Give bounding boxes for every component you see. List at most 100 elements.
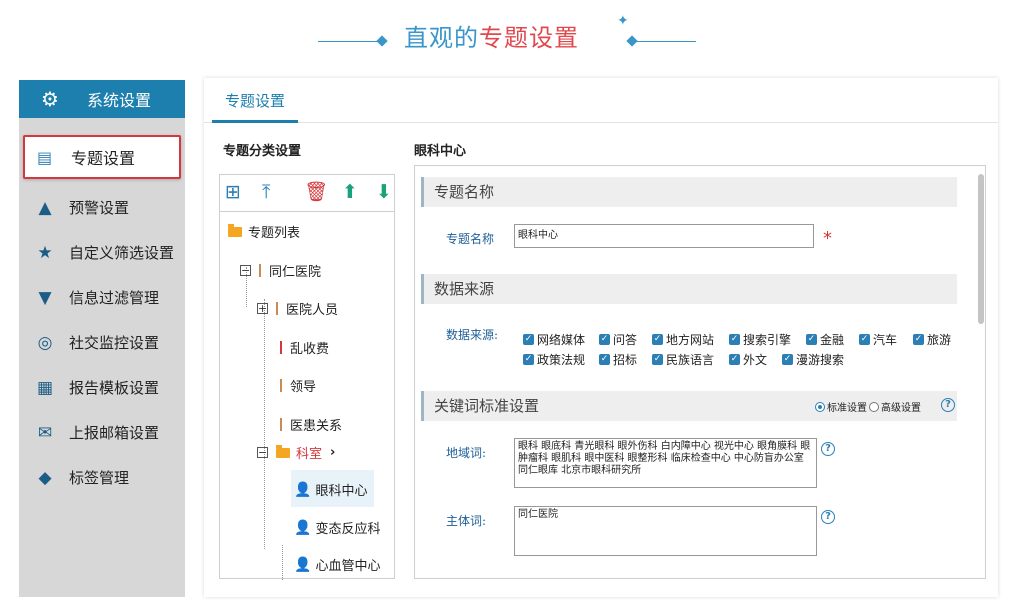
radio-advanced[interactable]: 高级设置 <box>869 399 921 414</box>
sidebar-item-info-filter[interactable]: ▼ 信息过滤管理 <box>19 275 185 320</box>
star-icon: ★ <box>37 242 53 263</box>
sidebar: ⚙ 系统设置 ▤ 专题设置 ▲ 预警设置 ★ 自定义筛选设置 ▼ 信息过滤管理 … <box>19 80 185 597</box>
tab-bar: 专题设置 <box>204 78 998 123</box>
tree-node-fees[interactable]: 乱收费 <box>280 338 329 357</box>
checkbox-label: 金融 <box>820 333 845 347</box>
chevron-right-icon: › <box>330 445 336 460</box>
expand-icon[interactable]: + <box>257 303 268 314</box>
tree-node-leader[interactable]: 领导 <box>280 376 316 395</box>
radio-label: 标准设置 <box>827 403 867 414</box>
banner-line-right <box>634 41 696 42</box>
checkbox-label: 汽车 <box>873 333 898 347</box>
sidebar-item-social-monitor[interactable]: ◎ 社交监控设置 <box>19 320 185 365</box>
source-checkbox[interactable]: ✓ 网络媒体 <box>523 331 585 348</box>
move-up-icon[interactable]: ⬆ <box>342 182 358 202</box>
source-checkbox[interactable]: ✓ 民族语言 <box>652 351 714 368</box>
folder-icon <box>276 444 290 458</box>
tree-node-staff[interactable]: + 医院人员 <box>257 299 338 318</box>
sidebar-item-report-mail[interactable]: ✉ 上报邮箱设置 <box>19 410 185 455</box>
sidebar-item-report-template[interactable]: ▦ 报告模板设置 <box>19 365 185 410</box>
tree-node-hospital[interactable]: − 同仁医院 <box>240 261 321 280</box>
collapse-icon[interactable]: − <box>257 447 268 458</box>
tree-node-cardio[interactable]: 👤 心血管中心 <box>294 555 381 575</box>
trash-icon[interactable]: 🗑 <box>304 182 328 202</box>
sidebar-item-label: 信息过滤管理 <box>69 289 160 307</box>
tree-root[interactable]: 专题列表 <box>228 222 300 241</box>
document-icon: ▤ <box>37 147 53 167</box>
radio-standard[interactable]: 标准设置 <box>815 399 867 414</box>
source-checkbox[interactable]: ✓ 政策法规 <box>523 351 585 368</box>
sidebar-item-label: 社交监控设置 <box>69 334 160 352</box>
topic-name-input[interactable]: 眼科中心 <box>514 224 814 248</box>
check-icon: ✓ <box>859 334 870 345</box>
form-panel-title: 眼科中心 <box>414 144 467 159</box>
source-checkbox[interactable]: ✓ 漫游搜索 <box>782 351 844 368</box>
help-icon[interactable]: ? <box>941 398 955 412</box>
data-source-label: 数据来源: <box>446 328 499 342</box>
sidebar-item-label: 报告模板设置 <box>69 379 160 397</box>
node-bar-icon <box>259 264 261 277</box>
tree-panel-title: 专题分类设置 <box>223 144 302 159</box>
checkbox-label: 地方网站 <box>666 333 715 347</box>
source-checkbox[interactable]: ✓ 问答 <box>599 331 637 348</box>
check-icon: ✓ <box>729 334 740 345</box>
tree-node-allergy[interactable]: 👤 变态反应科 <box>294 518 381 538</box>
user-icon: 👤 <box>294 481 312 498</box>
check-icon: ✓ <box>599 334 610 345</box>
sidebar-item-label: 预警设置 <box>69 199 130 217</box>
source-checkbox[interactable]: ✓ 外文 <box>729 351 767 368</box>
tag-icon: ◆ <box>38 467 52 488</box>
check-icon: ✓ <box>782 354 793 365</box>
source-checkbox[interactable]: ✓ 金融 <box>806 331 844 348</box>
tab-topic-settings[interactable]: 专题设置 <box>212 90 299 123</box>
tree-node-ophthalmology[interactable]: 👤 眼科中心 <box>294 480 368 500</box>
checkbox-label: 问答 <box>613 333 638 347</box>
sidebar-item-topic-settings[interactable]: ▤ 专题设置 <box>23 135 181 179</box>
collapse-icon[interactable]: − <box>240 265 251 276</box>
sidebar-item-custom-filter[interactable]: ★ 自定义筛选设置 <box>19 230 185 275</box>
check-icon: ✓ <box>729 354 740 365</box>
tree-node-relations[interactable]: 医患关系 <box>280 415 342 434</box>
check-icon: ✓ <box>652 354 663 365</box>
page-banner: 直观的专题设置 ✦ <box>0 8 1014 58</box>
tree-node-label: 领导 <box>290 380 317 395</box>
check-icon: ✓ <box>806 334 817 345</box>
help-icon[interactable]: ? <box>821 442 835 456</box>
tree-node-dept[interactable]: − 科室 › <box>257 443 335 462</box>
sidebar-item-label: 专题设置 <box>71 149 136 168</box>
add-node-icon[interactable]: ⊞ <box>225 182 241 202</box>
checkbox-label: 旅游 <box>927 333 952 347</box>
gear-icon: ⚙ <box>41 87 59 111</box>
check-icon: ✓ <box>523 354 534 365</box>
required-mark: * <box>823 228 832 249</box>
source-checkbox[interactable]: ✓ 地方网站 <box>652 331 714 348</box>
tree-node-label: 心血管中心 <box>315 559 381 574</box>
checkbox-label: 网络媒体 <box>537 333 586 347</box>
sidebar-menu: ▲ 预警设置 ★ 自定义筛选设置 ▼ 信息过滤管理 ◎ 社交监控设置 ▦ 报告模… <box>19 185 185 500</box>
region-textarea[interactable]: 眼科 眼底科 青光眼科 眼外伤科 白内障中心 视光中心 眼角膜科 眼肿瘤科 眼肌… <box>514 438 817 488</box>
sidebar-item-alert[interactable]: ▲ 预警设置 <box>19 185 185 230</box>
sidebar-header[interactable]: ⚙ 系统设置 <box>19 80 185 118</box>
main-panel: 专题设置 专题分类设置 眼科中心 ⊞ ⤒ 🗑 ⬆ ⬇ 专题列表 − 同仁医院 +… <box>204 78 998 597</box>
move-down-icon[interactable]: ⬇ <box>376 182 392 202</box>
source-checkbox[interactable]: ✓ 旅游 <box>913 331 951 348</box>
source-checkbox[interactable]: ✓ 招标 <box>599 351 637 368</box>
move-top-icon[interactable]: ⤒ <box>262 182 270 202</box>
form-scrollbar[interactable] <box>978 174 984 324</box>
tree-node-label: 变态反应科 <box>315 522 381 537</box>
tree-node-label: 眼科中心 <box>315 484 368 499</box>
subject-textarea[interactable]: 同仁医院 <box>514 506 817 556</box>
user-icon: 👤 <box>294 519 312 536</box>
node-bar-icon <box>280 418 282 431</box>
sidebar-item-tag-manage[interactable]: ◆ 标签管理 <box>19 455 185 500</box>
source-checkbox[interactable]: ✓ 汽车 <box>859 331 897 348</box>
check-icon: ✓ <box>652 334 663 345</box>
subject-label: 主体词: <box>446 514 487 528</box>
help-icon[interactable]: ? <box>821 510 835 524</box>
sidebar-item-label: 标签管理 <box>69 469 130 487</box>
checkbox-label: 民族语言 <box>666 353 715 367</box>
node-bar-icon <box>280 341 282 354</box>
sidebar-item-label: 自定义筛选设置 <box>69 244 175 262</box>
topic-form: 专题名称 专题名称 眼科中心 * 数据来源 数据来源: ✓ 网络媒体 ✓ 问答 ✓ 地… <box>414 165 986 579</box>
source-checkbox[interactable]: ✓ 搜索引擎 <box>729 331 791 348</box>
